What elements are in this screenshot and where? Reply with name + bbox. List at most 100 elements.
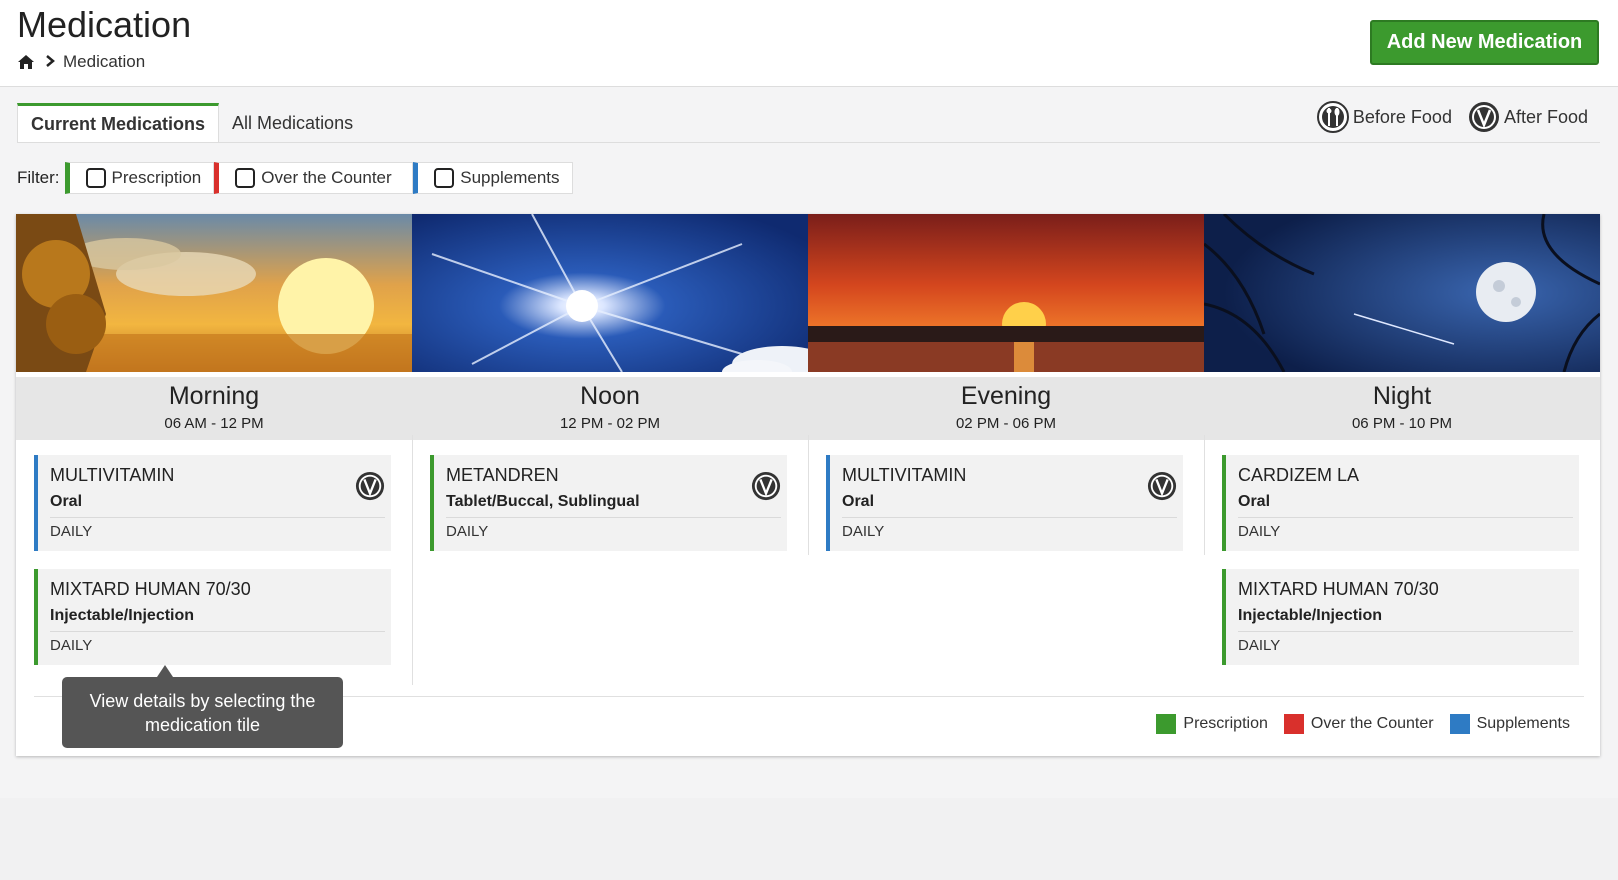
column-night: Night 06 PM - 10 PM bbox=[1203, 212, 1601, 440]
medication-frequency: DAILY bbox=[1238, 523, 1281, 540]
tab-all-medications[interactable]: All Medications bbox=[219, 103, 366, 143]
filter-prescription[interactable]: Prescription bbox=[64, 162, 215, 194]
schedule-panel: Morning 06 AM - 12 PM Noon 12 PM - 02 PM bbox=[16, 212, 1601, 756]
page-title: Medication bbox=[17, 4, 192, 45]
filter-supplements-label: Supplements bbox=[460, 168, 560, 187]
food-legend: Before Food After Food bbox=[1316, 101, 1588, 133]
breadcrumb: Medication bbox=[17, 52, 145, 72]
type-legend: Prescription Over the Counter Supplement… bbox=[1156, 714, 1570, 734]
medication-route: Oral bbox=[842, 493, 875, 510]
filter-over-the-counter-label: Over the Counter bbox=[261, 168, 392, 187]
medication-route: Injectable/Injection bbox=[1238, 607, 1383, 624]
medication-tabs: Current Medications All Medications bbox=[17, 103, 366, 143]
column-morning: Morning 06 AM - 12 PM bbox=[16, 214, 412, 440]
medication-route: Oral bbox=[50, 493, 83, 510]
medication-tile[interactable]: CARDIZEM LA Oral DAILY bbox=[1222, 455, 1579, 551]
legend-prescription: Prescription bbox=[1156, 714, 1268, 734]
medication-route: Oral bbox=[1238, 493, 1271, 510]
home-icon[interactable] bbox=[17, 54, 35, 70]
medication-frequency: DAILY bbox=[1238, 637, 1281, 654]
column-evening: Evening 02 PM - 06 PM bbox=[808, 214, 1204, 440]
column-divider bbox=[808, 435, 809, 555]
noon-image bbox=[412, 213, 832, 384]
add-new-medication-button[interactable]: Add New Medication bbox=[1370, 20, 1599, 65]
medication-tile[interactable]: METANDREN Tablet/Buccal, Sublingual DAIL… bbox=[430, 455, 787, 551]
medication-route: Injectable/Injection bbox=[50, 607, 195, 624]
medication-tile[interactable]: MULTIVITAMIN Oral DAILY bbox=[826, 455, 1183, 551]
after-food-icon bbox=[355, 471, 385, 501]
tile-divider bbox=[446, 517, 781, 518]
period-title: Noon bbox=[580, 382, 640, 410]
medication-frequency: DAILY bbox=[842, 523, 885, 540]
tile-divider bbox=[50, 631, 385, 632]
before-food-icon bbox=[1316, 101, 1349, 133]
period-title: Night bbox=[1372, 382, 1432, 410]
legend-swatch bbox=[1283, 714, 1304, 734]
tile-divider bbox=[1238, 631, 1573, 632]
legend-label: Supplements bbox=[1476, 715, 1570, 732]
morning-image bbox=[16, 214, 412, 372]
legend-over-the-counter: Over the Counter bbox=[1283, 714, 1434, 734]
legend-label: Prescription bbox=[1183, 715, 1268, 732]
medication-name: CARDIZEM LA bbox=[1238, 465, 1360, 485]
tooltip-line-1: View details by selecting the bbox=[89, 690, 316, 711]
column-divider bbox=[1204, 435, 1205, 555]
night-image bbox=[1203, 212, 1601, 373]
morning-header: Morning 06 AM - 12 PM bbox=[16, 377, 412, 440]
column-noon: Noon 12 PM - 02 PM bbox=[412, 213, 832, 440]
medication-frequency: DAILY bbox=[50, 523, 93, 540]
evening-image bbox=[808, 214, 1204, 372]
filter-supplements[interactable]: Supplements bbox=[413, 162, 573, 194]
legend-swatch bbox=[1156, 714, 1177, 734]
medication-frequency: DAILY bbox=[50, 637, 93, 654]
after-food-icon bbox=[1147, 471, 1177, 501]
medication-name: MULTIVITAMIN bbox=[842, 465, 967, 485]
chevron-right-icon bbox=[45, 54, 55, 70]
tile-divider bbox=[842, 517, 1177, 518]
legend-swatch bbox=[1449, 714, 1470, 734]
after-food-icon bbox=[1468, 102, 1499, 132]
after-food-icon bbox=[751, 471, 781, 501]
before-food-legend: Before Food bbox=[1316, 101, 1452, 133]
medication-tile[interactable]: MULTIVITAMIN Oral DAILY bbox=[34, 455, 391, 551]
period-range: 02 PM - 06 PM bbox=[955, 415, 1057, 432]
medication-name: METANDREN bbox=[446, 465, 559, 485]
noon-header: Noon 12 PM - 02 PM bbox=[412, 377, 808, 440]
period-range: 06 PM - 10 PM bbox=[1351, 415, 1453, 432]
tab-current-medications[interactable]: Current Medications bbox=[17, 103, 220, 143]
medication-tile[interactable]: MIXTARD HUMAN 70/30 Injectable/Injection… bbox=[1222, 569, 1579, 665]
period-title: Evening bbox=[960, 382, 1052, 410]
filter-bar: Filter: Prescription Over the Counter Su… bbox=[17, 162, 573, 194]
legend-supplements: Supplements bbox=[1449, 714, 1570, 734]
checkbox-supplements[interactable] bbox=[434, 168, 455, 188]
filter-over-the-counter[interactable]: Over the Counter bbox=[214, 162, 414, 194]
medication-name: MIXTARD HUMAN 70/30 bbox=[50, 579, 251, 599]
evening-header: Evening 02 PM - 06 PM bbox=[808, 377, 1204, 440]
page-footer bbox=[0, 798, 1618, 880]
page-header: Medication Medication Add New Medication bbox=[0, 0, 1618, 87]
medication-name: MIXTARD HUMAN 70/30 bbox=[1238, 579, 1439, 599]
tooltip-arrow bbox=[157, 665, 173, 677]
tooltip: View details by selecting the medication… bbox=[62, 677, 343, 748]
checkbox-over-the-counter[interactable] bbox=[235, 168, 256, 188]
breadcrumb-current: Medication bbox=[63, 52, 146, 71]
medication-route: Tablet/Buccal, Sublingual bbox=[446, 493, 640, 510]
medication-name: MULTIVITAMIN bbox=[50, 465, 175, 485]
period-title: Morning bbox=[168, 382, 260, 410]
tabs-divider bbox=[17, 142, 1600, 143]
tile-divider bbox=[50, 517, 385, 518]
after-food-legend: After Food bbox=[1468, 101, 1588, 133]
period-range: 12 PM - 02 PM bbox=[559, 415, 661, 432]
tile-divider bbox=[1238, 517, 1573, 518]
legend-label: Over the Counter bbox=[1310, 715, 1434, 732]
filter-prescription-label: Prescription bbox=[111, 168, 202, 187]
before-food-label: Before Food bbox=[1352, 106, 1452, 127]
period-range: 06 AM - 12 PM bbox=[164, 415, 264, 432]
column-divider bbox=[412, 435, 413, 685]
tooltip-line-2: medication tile bbox=[144, 714, 261, 735]
checkbox-prescription[interactable] bbox=[85, 168, 106, 188]
medication-tile[interactable]: MIXTARD HUMAN 70/30 Injectable/Injection… bbox=[34, 569, 391, 665]
after-food-label: After Food bbox=[1503, 106, 1588, 127]
night-header: Night 06 PM - 10 PM bbox=[1204, 377, 1600, 440]
filter-label: Filter: bbox=[17, 168, 60, 187]
